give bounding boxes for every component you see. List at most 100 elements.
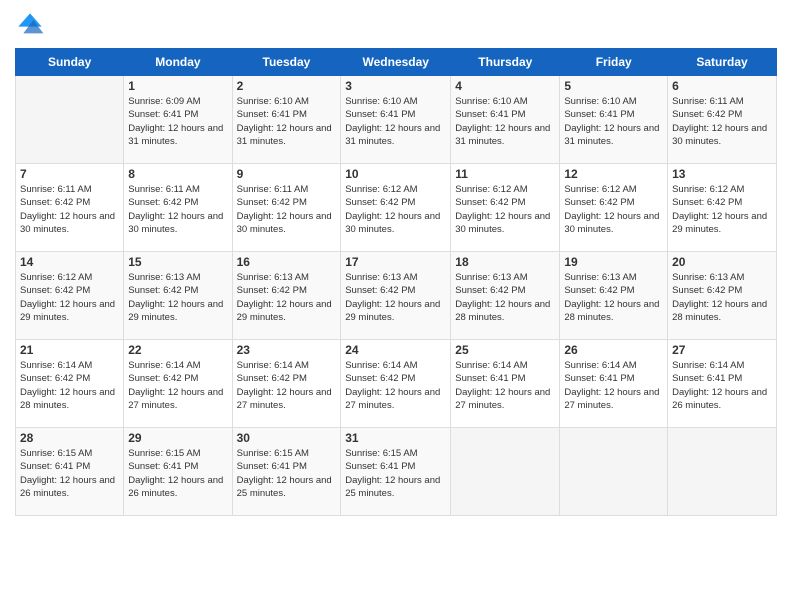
calendar-cell: 13 Sunrise: 6:12 AMSunset: 6:42 PMDayligh… [668,164,777,252]
logo-icon [15,10,45,40]
calendar-week-row: 28 Sunrise: 6:15 AMSunset: 6:41 PMDayligh… [16,428,777,516]
day-info: Sunrise: 6:15 AMSunset: 6:41 PMDaylight:… [345,447,446,500]
day-info: Sunrise: 6:10 AMSunset: 6:41 PMDaylight:… [237,95,337,148]
calendar-cell: 16 Sunrise: 6:13 AMSunset: 6:42 PMDayligh… [232,252,341,340]
calendar-cell: 12 Sunrise: 6:12 AMSunset: 6:42 PMDayligh… [560,164,668,252]
day-number: 10 [345,167,446,181]
weekday-header: Tuesday [232,49,341,76]
day-number: 6 [672,79,772,93]
day-number: 28 [20,431,119,445]
day-number: 14 [20,255,119,269]
day-info: Sunrise: 6:15 AMSunset: 6:41 PMDaylight:… [128,447,227,500]
page-header [15,10,777,40]
calendar-week-row: 14 Sunrise: 6:12 AMSunset: 6:42 PMDayligh… [16,252,777,340]
calendar-cell: 27 Sunrise: 6:14 AMSunset: 6:41 PMDayligh… [668,340,777,428]
calendar-cell: 19 Sunrise: 6:13 AMSunset: 6:42 PMDayligh… [560,252,668,340]
calendar-cell: 7 Sunrise: 6:11 AMSunset: 6:42 PMDaylight… [16,164,124,252]
calendar-cell: 8 Sunrise: 6:11 AMSunset: 6:42 PMDaylight… [124,164,232,252]
calendar-cell: 28 Sunrise: 6:15 AMSunset: 6:41 PMDayligh… [16,428,124,516]
day-number: 25 [455,343,555,357]
day-number: 18 [455,255,555,269]
calendar-cell: 11Sunrise: 6:12 AMSunset: 6:42 PMDayligh… [451,164,560,252]
calendar-cell [560,428,668,516]
day-info: Sunrise: 6:14 AMSunset: 6:42 PMDaylight:… [345,359,446,412]
weekday-header: Monday [124,49,232,76]
day-number: 26 [564,343,663,357]
calendar-week-row: 7 Sunrise: 6:11 AMSunset: 6:42 PMDaylight… [16,164,777,252]
day-info: Sunrise: 6:11 AMSunset: 6:42 PMDaylight:… [237,183,337,236]
calendar-table: SundayMondayTuesdayWednesdayThursdayFrid… [15,48,777,516]
day-number: 16 [237,255,337,269]
day-number: 22 [128,343,227,357]
day-info: Sunrise: 6:09 AMSunset: 6:41 PMDaylight:… [128,95,227,148]
calendar-cell: 6 Sunrise: 6:11 AMSunset: 6:42 PMDaylight… [668,76,777,164]
day-info: Sunrise: 6:13 AMSunset: 6:42 PMDaylight:… [345,271,446,324]
calendar-cell: 10Sunrise: 6:12 AMSunset: 6:42 PMDayligh… [341,164,451,252]
day-info: Sunrise: 6:14 AMSunset: 6:41 PMDaylight:… [564,359,663,412]
calendar-week-row: 21Sunrise: 6:14 AMSunset: 6:42 PMDayligh… [16,340,777,428]
day-info: Sunrise: 6:13 AMSunset: 6:42 PMDaylight:… [237,271,337,324]
calendar-cell: 5Sunrise: 6:10 AMSunset: 6:41 PMDaylight… [560,76,668,164]
calendar-cell: 31 Sunrise: 6:15 AMSunset: 6:41 PMDayligh… [341,428,451,516]
weekday-header: Wednesday [341,49,451,76]
day-info: Sunrise: 6:15 AMSunset: 6:41 PMDaylight:… [20,447,119,500]
calendar-cell: 23 Sunrise: 6:14 AMSunset: 6:42 PMDayligh… [232,340,341,428]
day-number: 2 [237,79,337,93]
day-number: 12 [564,167,663,181]
day-number: 17 [345,255,446,269]
day-info: Sunrise: 6:13 AMSunset: 6:42 PMDaylight:… [672,271,772,324]
calendar-cell [668,428,777,516]
day-number: 9 [237,167,337,181]
calendar-cell: 4Sunrise: 6:10 AMSunset: 6:41 PMDaylight… [451,76,560,164]
day-number: 30 [237,431,337,445]
calendar-cell: 29 Sunrise: 6:15 AMSunset: 6:41 PMDayligh… [124,428,232,516]
day-info: Sunrise: 6:14 AMSunset: 6:42 PMDaylight:… [20,359,119,412]
day-number: 29 [128,431,227,445]
day-number: 20 [672,255,772,269]
calendar-cell: 3 Sunrise: 6:10 AMSunset: 6:41 PMDaylight… [341,76,451,164]
weekday-header: Sunday [16,49,124,76]
calendar-cell: 30 Sunrise: 6:15 AMSunset: 6:41 PMDayligh… [232,428,341,516]
day-info: Sunrise: 6:12 AMSunset: 6:42 PMDaylight:… [20,271,119,324]
day-number: 27 [672,343,772,357]
day-number: 4 [455,79,555,93]
day-number: 23 [237,343,337,357]
calendar-cell: 15 Sunrise: 6:13 AMSunset: 6:42 PMDayligh… [124,252,232,340]
day-info: Sunrise: 6:11 AMSunset: 6:42 PMDaylight:… [672,95,772,148]
day-number: 15 [128,255,227,269]
calendar-cell: 18 Sunrise: 6:13 AMSunset: 6:42 PMDayligh… [451,252,560,340]
day-info: Sunrise: 6:10 AMSunset: 6:41 PMDaylight:… [345,95,446,148]
calendar-cell: 25Sunrise: 6:14 AMSunset: 6:41 PMDayligh… [451,340,560,428]
calendar-body: 1 Sunrise: 6:09 AMSunset: 6:41 PMDaylight… [16,76,777,516]
day-info: Sunrise: 6:12 AMSunset: 6:42 PMDaylight:… [672,183,772,236]
calendar-cell [451,428,560,516]
day-info: Sunrise: 6:15 AMSunset: 6:41 PMDaylight:… [237,447,337,500]
weekday-header: Saturday [668,49,777,76]
day-number: 8 [128,167,227,181]
day-info: Sunrise: 6:10 AMSunset: 6:41 PMDaylight:… [564,95,663,148]
calendar-cell: 17 Sunrise: 6:13 AMSunset: 6:42 PMDayligh… [341,252,451,340]
day-info: Sunrise: 6:11 AMSunset: 6:42 PMDaylight:… [128,183,227,236]
day-info: Sunrise: 6:13 AMSunset: 6:42 PMDaylight:… [564,271,663,324]
day-number: 13 [672,167,772,181]
day-info: Sunrise: 6:11 AMSunset: 6:42 PMDaylight:… [20,183,119,236]
day-info: Sunrise: 6:13 AMSunset: 6:42 PMDaylight:… [128,271,227,324]
day-info: Sunrise: 6:14 AMSunset: 6:42 PMDaylight:… [237,359,337,412]
calendar-week-row: 1 Sunrise: 6:09 AMSunset: 6:41 PMDaylight… [16,76,777,164]
day-number: 31 [345,431,446,445]
calendar-cell: 1 Sunrise: 6:09 AMSunset: 6:41 PMDaylight… [124,76,232,164]
day-number: 1 [128,79,227,93]
day-number: 19 [564,255,663,269]
day-info: Sunrise: 6:14 AMSunset: 6:41 PMDaylight:… [672,359,772,412]
day-number: 7 [20,167,119,181]
day-info: Sunrise: 6:12 AMSunset: 6:42 PMDaylight:… [564,183,663,236]
calendar-cell: 22Sunrise: 6:14 AMSunset: 6:42 PMDayligh… [124,340,232,428]
logo [15,10,49,40]
weekday-header: Friday [560,49,668,76]
weekday-row: SundayMondayTuesdayWednesdayThursdayFrid… [16,49,777,76]
day-info: Sunrise: 6:13 AMSunset: 6:42 PMDaylight:… [455,271,555,324]
day-number: 3 [345,79,446,93]
calendar-cell [16,76,124,164]
day-info: Sunrise: 6:12 AMSunset: 6:42 PMDaylight:… [455,183,555,236]
calendar-cell: 24Sunrise: 6:14 AMSunset: 6:42 PMDayligh… [341,340,451,428]
